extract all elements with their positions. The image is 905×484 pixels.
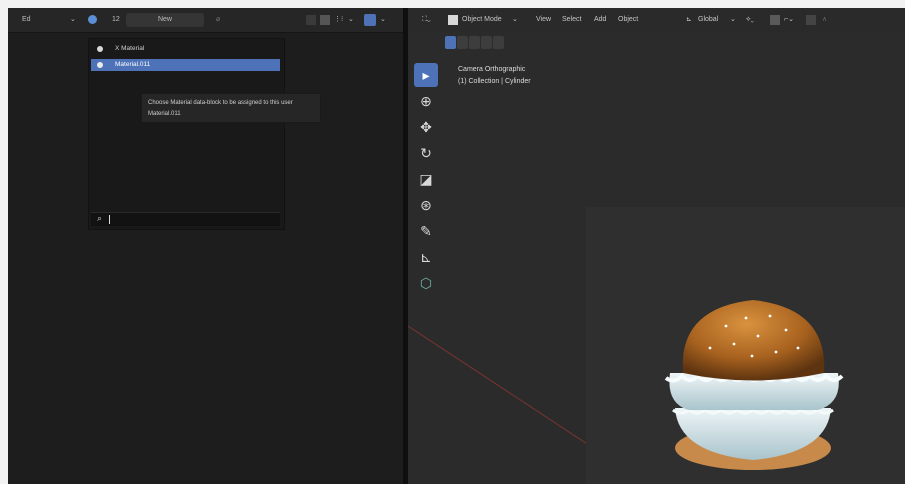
move-icon[interactable]: ✥ (414, 115, 438, 139)
3d-viewport[interactable]: ⛶⌄ Object Mode ⌄ View Select Add Object … (408, 8, 905, 484)
select-invert-icon[interactable] (481, 36, 492, 49)
select-subtract-icon[interactable] (469, 36, 480, 49)
chevron-down-icon: ⌄ (512, 16, 518, 23)
cylinder-object[interactable] (648, 278, 858, 478)
snap-target-icon[interactable]: ⌐⌄ (784, 13, 794, 27)
view-name: Camera Orthographic (458, 66, 526, 73)
pin-icon[interactable]: ⌀ (216, 13, 220, 27)
select-intersect-icon[interactable] (493, 36, 504, 49)
tool-shelf: ▸ ⊕ ✥ ↻ ◪ ⊛ ✎ ⊾ ⬡ (414, 63, 438, 297)
material-browse-button[interactable] (88, 13, 110, 27)
list-item-label: Material.011 (115, 61, 151, 68)
overlay-icon[interactable] (364, 14, 376, 26)
add-cube-icon[interactable]: ⬡ (414, 271, 438, 295)
scale-icon[interactable]: ◪ (414, 167, 438, 191)
menu-select[interactable]: Select (562, 13, 581, 27)
tooltip-text: Choose Material data-block to be assigne… (148, 100, 293, 106)
material-sphere-icon (97, 46, 103, 52)
list-item[interactable]: X Material (91, 43, 280, 55)
left-header: Ed ⌄ 12 New ⌀ ⋮⁝ ⌄ ⌄ (8, 8, 403, 33)
mode-select[interactable]: Object Mode (462, 13, 502, 27)
measure-icon[interactable]: ⊾ (414, 245, 438, 269)
text-cursor (109, 215, 110, 224)
chevron-down-icon: ⌄ (348, 16, 354, 23)
list-item-label: X Material (115, 45, 145, 52)
chevron-down-icon: ⌄ (380, 16, 386, 23)
tooltip-value: Material.011 (148, 111, 181, 117)
cursor-icon[interactable]: ⊕ (414, 89, 438, 113)
grid-icon[interactable] (320, 15, 330, 25)
rotate-icon[interactable]: ↻ (414, 141, 438, 165)
snap-icon[interactable] (770, 15, 780, 25)
search-row[interactable]: ⌕ (91, 212, 280, 226)
material-sphere-icon (97, 62, 103, 68)
material-sphere-icon (88, 14, 97, 24)
collection-name: (1) Collection | Cylinder (458, 78, 531, 85)
app-window: Ed ⌄ 12 New ⌀ ⋮⁝ ⌄ ⌄ X Material Material… (8, 8, 905, 484)
viewport-info: Camera Orthographic (1) Collection | Cyl… (458, 64, 531, 88)
datablock-users: 12 (112, 16, 120, 23)
chevron-down-icon: ⌄ (730, 16, 736, 23)
select-box-icon[interactable]: ▸ (414, 63, 438, 87)
select-new-icon[interactable] (445, 36, 456, 49)
transform-icon[interactable]: ⊛ (414, 193, 438, 217)
select-extend-icon[interactable] (457, 36, 468, 49)
selection-mode-group (445, 36, 504, 49)
object-mode-icon (448, 15, 458, 25)
new-button[interactable]: New (126, 13, 204, 27)
search-icon: ⌕ (97, 213, 103, 223)
proportional-edit-icon[interactable] (806, 15, 816, 25)
menu-object[interactable]: Object (618, 13, 638, 27)
view-icon[interactable] (306, 15, 316, 25)
viewport-header: ⛶⌄ Object Mode ⌄ View Select Add Object … (408, 8, 905, 32)
list-item-selected[interactable]: Material.011 (91, 59, 280, 71)
menu-view[interactable]: View (536, 13, 551, 27)
annotate-icon[interactable]: ✎ (414, 219, 438, 243)
chevron-down-icon: ⌄ (70, 16, 76, 23)
sliders-icon[interactable]: ⋮⁝ (334, 13, 343, 27)
tooltip: Choose Material data-block to be assigne… (141, 93, 321, 123)
left-editor: Ed ⌄ 12 New ⌀ ⋮⁝ ⌄ ⌄ X Material Material… (8, 8, 403, 484)
material-dropdown: X Material Material.011 Choose Material … (88, 38, 321, 230)
editor-type-label[interactable]: Ed (22, 13, 31, 27)
orientation-select[interactable]: Global (698, 13, 718, 27)
editor-type-icon[interactable]: ⛶⌄ (422, 13, 431, 27)
menu-add[interactable]: Add (594, 13, 606, 27)
falloff-icon[interactable]: ∧ (822, 13, 827, 27)
pivot-icon[interactable]: ⟡⌄ (746, 13, 754, 27)
transform-orientation-icon: ⊾ (686, 16, 692, 23)
